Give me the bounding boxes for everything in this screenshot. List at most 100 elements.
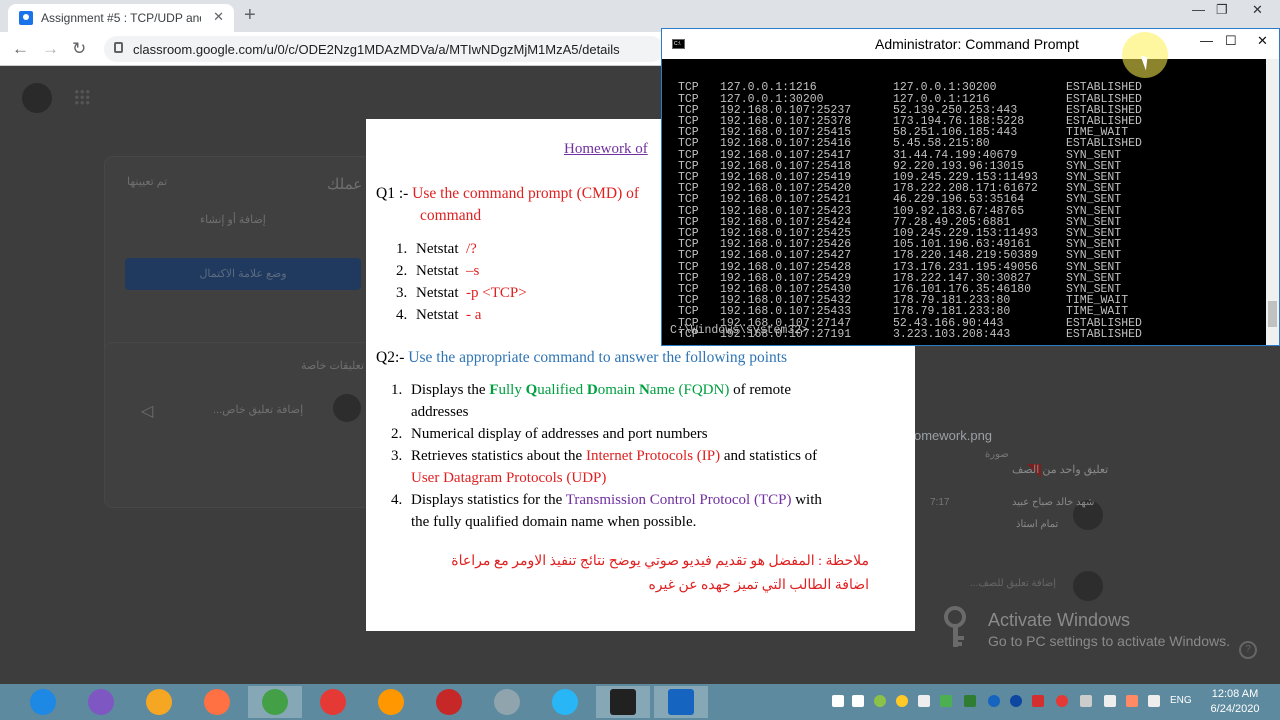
cmd-scrollbar-thumb[interactable]: [1268, 301, 1277, 327]
cmd-titlebar[interactable]: C:\ Administrator: Command Prompt — ☐ ✕: [662, 29, 1279, 59]
private-comments-heading: تعليقات خاصة: [301, 360, 365, 372]
taskbar: ENG 12:08 AM 6/24/2020: [0, 684, 1280, 720]
local-address-cell: 192.168.0.107:25427: [720, 249, 852, 263]
url-input[interactable]: classroom.google.com/u/0/c/ODE2Nzg1MDAzM…: [104, 36, 664, 62]
volume-icon[interactable]: [1148, 695, 1160, 707]
private-comment-input[interactable]: إضافة تعليق خاص...: [213, 403, 303, 416]
taskbar-item[interactable]: [132, 686, 186, 718]
local-address-cell: 192.168.0.107:25421: [720, 193, 852, 207]
cmd-title: Administrator: Command Prompt: [875, 36, 1079, 52]
netstat-table: TCP 127.0.0.1:1216 127.0.0.1:30200 ESTABLIS…: [668, 82, 1264, 340]
document-title: Homework of: [564, 141, 648, 157]
network-icon[interactable]: [1104, 695, 1116, 707]
cmd-window-icon: C:\: [672, 39, 685, 49]
taskbar-item[interactable]: [480, 686, 534, 718]
cmd-maximize-button[interactable]: ☐: [1225, 33, 1237, 49]
opera-tray-icon[interactable]: [1056, 695, 1068, 707]
language-indicator[interactable]: ENG: [1170, 695, 1192, 706]
tray-app-icon[interactable]: [874, 695, 886, 707]
assigned-status: تم تعيينها: [127, 176, 168, 188]
protocol-cell: TCP: [678, 305, 699, 319]
classroom-favicon-icon: [19, 11, 33, 25]
taskbar-item[interactable]: [74, 686, 128, 718]
chrome-icon: [262, 689, 288, 715]
tray-app-icon[interactable]: [940, 695, 952, 707]
tab-close-icon[interactable]: ✕: [213, 9, 224, 25]
bluetooth-icon[interactable]: [988, 695, 1000, 707]
protocol-cell: TCP: [678, 137, 699, 151]
tray-app-icon[interactable]: [1080, 695, 1092, 707]
class-comment-input[interactable]: إضافة تعليق للصف...: [970, 578, 1056, 589]
network-monitor-icon: [668, 689, 694, 715]
mark-done-button[interactable]: وضع علامة الاكتمال: [125, 258, 361, 290]
list-item: the fully qualified domain name when pos…: [411, 514, 697, 530]
taskbar-item[interactable]: [538, 686, 592, 718]
apps-grid-icon[interactable]: [74, 89, 90, 105]
cmd-minimize-button[interactable]: —: [1200, 33, 1213, 48]
class-comments-heading: تعليق واحد من الصف: [1012, 464, 1109, 476]
list-item: addresses: [411, 404, 469, 420]
tray-pause-icon[interactable]: [852, 695, 864, 707]
console-line: TCP 127.0.0.1:1216 127.0.0.1:30200 ESTABLIS…: [668, 81, 1264, 95]
new-tab-button[interactable]: +: [244, 4, 256, 27]
note-line-1: ملاحظة : المفضل هو تقديم فيديو صوتي يوضح…: [451, 554, 869, 569]
lock-icon: [114, 42, 123, 53]
tray-app-icon[interactable]: [918, 695, 930, 707]
protocol-cell: TCP: [678, 81, 699, 95]
clock-time: 12:08 AM: [1211, 688, 1259, 700]
taskbar-item[interactable]: [596, 686, 650, 718]
browser-close-button[interactable]: ✕: [1252, 2, 1263, 18]
tray-app-icon[interactable]: [1010, 695, 1022, 707]
taskbar-item[interactable]: [190, 686, 244, 718]
taskbar-item[interactable]: [654, 686, 708, 718]
access-icon: [436, 689, 462, 715]
list-item: 3. Retrieves statistics about the Interne…: [391, 448, 818, 464]
q1-line: Q1 :- Use the command prompt (CMD) of: [376, 185, 639, 203]
list-item: 3. Netstat -p <TCP>: [396, 285, 527, 301]
flag-icon[interactable]: [1126, 695, 1138, 707]
taskbar-item[interactable]: [422, 686, 476, 718]
back-button[interactable]: ←: [12, 39, 29, 59]
cmd-close-button[interactable]: ✕: [1257, 33, 1268, 49]
browser-minimize-button[interactable]: —: [1192, 2, 1205, 17]
foreign-address-cell: 46.229.196.53:35164: [893, 193, 1025, 207]
list-item: 1. Netstat /?: [396, 241, 477, 257]
your-work-heading: عملك: [327, 176, 363, 193]
attachment-file-name[interactable]: omework.png: [914, 428, 992, 443]
tray-app-icon[interactable]: [896, 695, 908, 707]
taskbar-item[interactable]: [248, 686, 302, 718]
add-create-button[interactable]: إضافة أو إنشاء: [200, 213, 266, 226]
cmd-prompt[interactable]: C:\Windows\system32>: [670, 325, 808, 337]
state-cell: SYN_SENT: [1066, 193, 1122, 207]
send-icon[interactable]: ◁: [141, 401, 153, 421]
system-clock[interactable]: 12:08 AM 6/24/2020: [1200, 687, 1270, 717]
browser-maximize-button[interactable]: ❐: [1216, 2, 1228, 18]
forward-button[interactable]: →: [42, 39, 59, 59]
clock-date: 6/24/2020: [1210, 703, 1260, 715]
comment-text: تمام استاذ: [1016, 519, 1059, 530]
foreign-address-cell: 3.223.103.208:443: [893, 327, 1011, 341]
cmd-scrollbar[interactable]: [1266, 59, 1279, 345]
tray-app-icon[interactable]: [1032, 695, 1044, 707]
tab-assignment[interactable]: Assignment #5 : TCP/UDP and N ✕: [8, 4, 234, 32]
help-icon[interactable]: ?: [1239, 641, 1257, 659]
activate-heading: Activate Windows: [988, 610, 1131, 630]
reload-button[interactable]: ↻: [72, 39, 86, 59]
tray-app-icon[interactable]: [964, 695, 976, 707]
foreign-address-cell: 127.0.0.1:30200: [893, 81, 997, 95]
taskbar-item[interactable]: [306, 686, 360, 718]
local-address-cell: 192.168.0.107:25433: [720, 305, 852, 319]
command-prompt-window[interactable]: C:\ Administrator: Command Prompt — ☐ ✕ …: [661, 28, 1280, 346]
taskbar-item[interactable]: [16, 686, 70, 718]
cmd-console-output[interactable]: TCP 127.0.0.1:1216 127.0.0.1:30200 ESTABLIS…: [668, 60, 1264, 346]
avatar: [1073, 571, 1103, 601]
tray-stop-icon[interactable]: [832, 695, 844, 707]
avatar: [333, 394, 361, 422]
list-item: 1. Displays the Fully Qualified Domain Na…: [391, 382, 791, 398]
avatar[interactable]: [22, 83, 52, 113]
cmd-icon: [610, 689, 636, 715]
q1-text: Use the command prompt (CMD) of: [412, 185, 640, 202]
taskbar-item[interactable]: [364, 686, 418, 718]
q1-list: 1. Netstat /? 2. Netstat –s 3. Netstat -p <…: [396, 238, 527, 326]
state-cell: TIME_WAIT: [1066, 305, 1129, 319]
